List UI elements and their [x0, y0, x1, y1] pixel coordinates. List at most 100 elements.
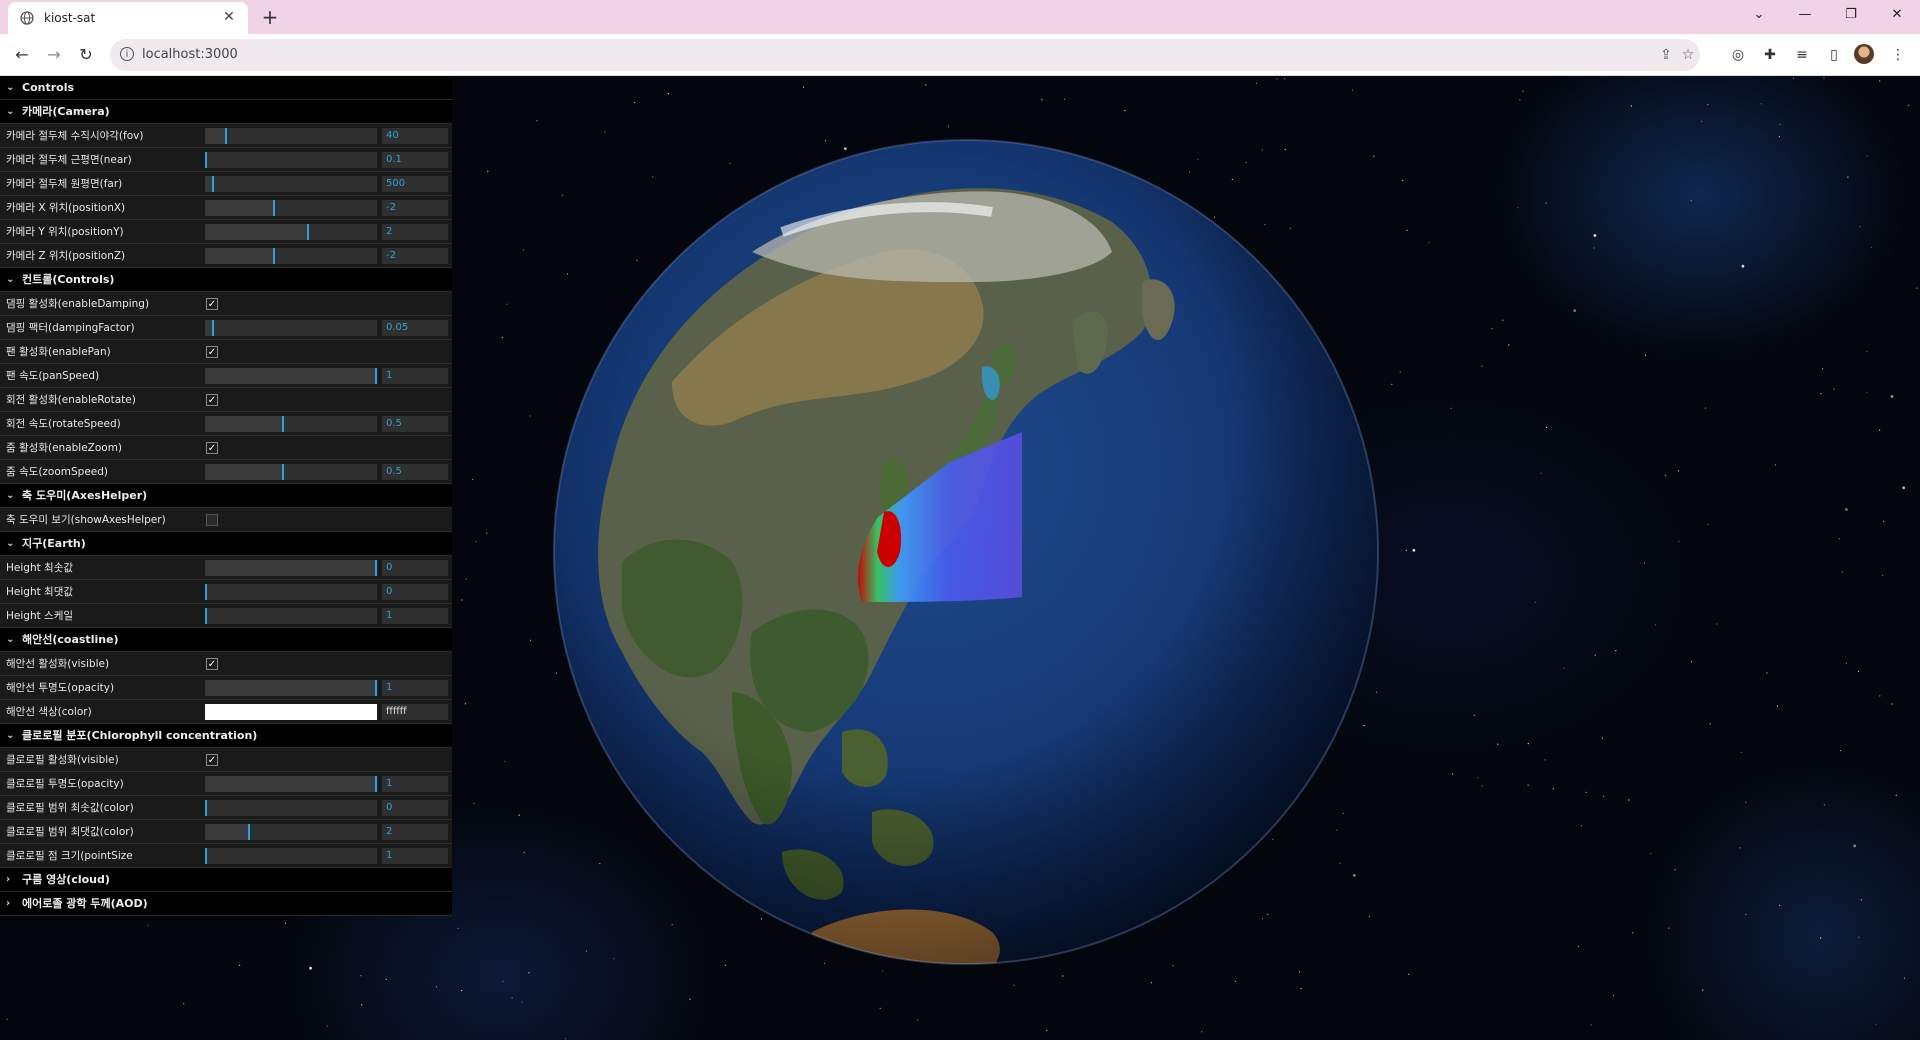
- folder-title[interactable]: ⌄ 지구(Earth): [0, 532, 452, 556]
- color-swatch[interactable]: [205, 704, 377, 720]
- star: [1628, 799, 1630, 801]
- folder-title[interactable]: › 에어로졸 광학 두께(AOD): [0, 892, 452, 916]
- slider-handle[interactable]: [307, 224, 309, 240]
- menu-kebab-icon[interactable]: ⋮: [1886, 43, 1910, 67]
- folder-title[interactable]: ⌄ 카메라(Camera): [0, 100, 452, 124]
- profile-avatar[interactable]: [1854, 44, 1874, 64]
- control-row: 해안선 활성화(visible) ✓: [0, 652, 452, 676]
- control-slider[interactable]: [205, 776, 377, 792]
- back-arrow-icon[interactable]: ←: [10, 43, 34, 67]
- slider-handle[interactable]: [375, 560, 377, 576]
- slider-fill: [205, 680, 377, 696]
- tab-search-chevron-icon[interactable]: ⌄: [1736, 0, 1782, 30]
- maximize-button[interactable]: ❐: [1828, 0, 1874, 30]
- slider-handle[interactable]: [205, 800, 207, 816]
- number-input[interactable]: 1: [382, 608, 448, 624]
- side-panel-icon[interactable]: ▯: [1822, 43, 1846, 67]
- control-slider[interactable]: [205, 320, 377, 336]
- control-slider[interactable]: [205, 824, 377, 840]
- scene-viewport[interactable]: ⌄ Controls ⌄ 카메라(Camera) 카메라 절두체 수직시야각(fov…: [0, 76, 1920, 1040]
- number-input[interactable]: 2: [382, 824, 448, 840]
- slider-handle[interactable]: [273, 248, 275, 264]
- earth-globe[interactable]: [552, 132, 1380, 972]
- number-input[interactable]: 40: [382, 128, 448, 144]
- slider-handle[interactable]: [247, 824, 250, 840]
- close-window-button[interactable]: ✕: [1874, 0, 1920, 30]
- puzzle-extensions-icon[interactable]: ✚: [1758, 43, 1782, 67]
- number-input[interactable]: 0.05: [382, 320, 448, 336]
- checkbox[interactable]: ✓: [206, 346, 218, 358]
- url-text[interactable]: localhost:3000: [142, 47, 238, 62]
- slider-handle[interactable]: [205, 152, 207, 168]
- control-slider[interactable]: [205, 680, 377, 696]
- number-input[interactable]: -2: [382, 248, 448, 264]
- number-input[interactable]: 0.5: [382, 464, 448, 480]
- slider-handle[interactable]: [205, 848, 207, 864]
- number-input[interactable]: 1: [382, 776, 448, 792]
- slider-handle[interactable]: [225, 128, 228, 144]
- slider-handle[interactable]: [281, 416, 284, 432]
- folder-title[interactable]: › 구름 영상(cloud): [0, 868, 452, 892]
- folder-title[interactable]: ⌄ 컨트롤(Controls): [0, 268, 452, 292]
- control-slider[interactable]: [205, 200, 377, 216]
- site-info-icon[interactable]: i: [120, 47, 134, 61]
- slider-handle[interactable]: [211, 320, 214, 336]
- number-input[interactable]: 500: [382, 176, 448, 192]
- checkbox[interactable]: ✓: [206, 754, 218, 766]
- control-slider[interactable]: [205, 128, 377, 144]
- color-hex-input[interactable]: ffffff: [382, 704, 448, 720]
- media-control-icon[interactable]: ≡: [1790, 43, 1814, 67]
- number-input[interactable]: 0: [382, 584, 448, 600]
- forward-arrow-icon[interactable]: →: [42, 43, 66, 67]
- address-bar[interactable]: i localhost:3000 ⇪ ☆: [110, 39, 1700, 71]
- slider-handle[interactable]: [281, 464, 284, 480]
- slider-handle[interactable]: [211, 176, 214, 192]
- bookmark-star-icon[interactable]: ☆: [1680, 47, 1696, 63]
- control-slider[interactable]: [205, 800, 377, 816]
- slider-handle[interactable]: [205, 608, 207, 624]
- folder-title[interactable]: ⌄ 해안선(coastline): [0, 628, 452, 652]
- close-tab-icon[interactable]: ✕: [220, 8, 238, 26]
- number-input[interactable]: 0.1: [382, 152, 448, 168]
- checkbox[interactable]: ✓: [206, 394, 218, 406]
- number-input[interactable]: 0.5: [382, 416, 448, 432]
- control-slider[interactable]: [205, 368, 377, 384]
- control-slider[interactable]: [205, 416, 377, 432]
- slider-handle[interactable]: [205, 584, 207, 600]
- checkbox[interactable]: ✓: [206, 298, 218, 310]
- slider-handle[interactable]: [375, 776, 377, 792]
- control-slider[interactable]: [205, 248, 377, 264]
- control-slider[interactable]: [205, 152, 377, 168]
- number-input[interactable]: 2: [382, 224, 448, 240]
- control-slider[interactable]: [205, 848, 377, 864]
- checkbox[interactable]: [206, 514, 218, 526]
- checkbox[interactable]: ✓: [206, 442, 218, 454]
- extension-icon[interactable]: ◎: [1726, 43, 1750, 67]
- reload-icon[interactable]: ↻: [74, 43, 98, 67]
- slider-handle[interactable]: [375, 680, 377, 696]
- star: [536, 120, 538, 122]
- checkbox[interactable]: ✓: [206, 658, 218, 670]
- controls-root-title[interactable]: ⌄ Controls: [0, 76, 452, 100]
- control-slider[interactable]: [205, 464, 377, 480]
- folder-title[interactable]: ⌄ 클로로필 분포(Chlorophyll concentration): [0, 724, 452, 748]
- folder-title[interactable]: ⌄ 축 도우미(AxesHelper): [0, 484, 452, 508]
- number-input[interactable]: 0: [382, 800, 448, 816]
- new-tab-button[interactable]: +: [258, 5, 282, 29]
- control-slider[interactable]: [205, 176, 377, 192]
- control-slider[interactable]: [205, 560, 377, 576]
- control-slider[interactable]: [205, 584, 377, 600]
- slider-handle[interactable]: [375, 368, 377, 384]
- control-slider[interactable]: [205, 608, 377, 624]
- number-input[interactable]: 0: [382, 560, 448, 576]
- control-slider[interactable]: [205, 224, 377, 240]
- number-input[interactable]: 1: [382, 848, 448, 864]
- number-input[interactable]: 1: [382, 680, 448, 696]
- number-input[interactable]: 1: [382, 368, 448, 384]
- share-icon[interactable]: ⇪: [1658, 47, 1674, 63]
- browser-tab[interactable]: kiost-sat ✕: [8, 2, 248, 34]
- minimize-button[interactable]: —: [1782, 0, 1828, 30]
- slider-handle[interactable]: [273, 200, 275, 216]
- number-input[interactable]: -2: [382, 200, 448, 216]
- star: [1860, 899, 1862, 901]
